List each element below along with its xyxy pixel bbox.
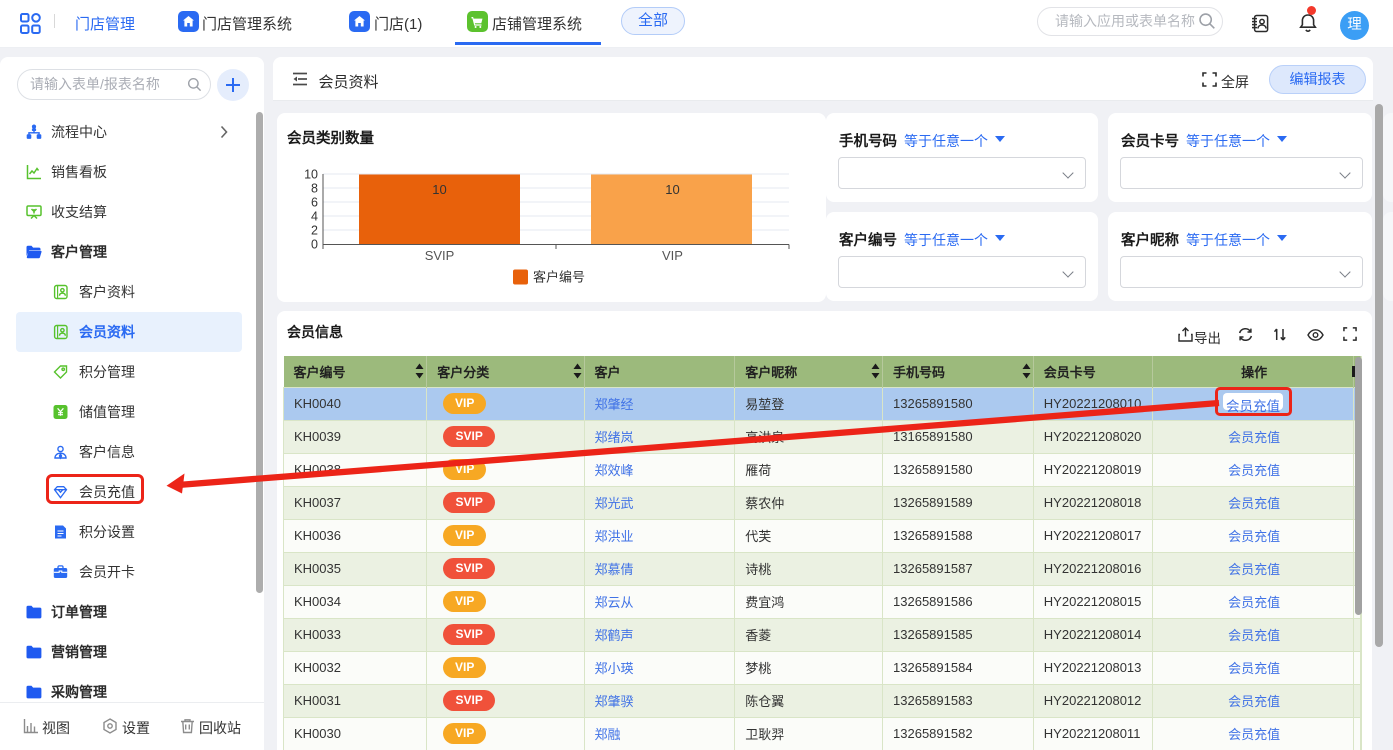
svg-text:10: 10 [432, 182, 446, 197]
svg-text:6: 6 [311, 196, 318, 210]
svg-text:SVIP: SVIP [425, 248, 455, 263]
svg-text:客户编号: 客户编号 [533, 270, 585, 285]
svg-text:10: 10 [665, 182, 679, 197]
svg-text:VIP: VIP [662, 248, 683, 263]
svg-text:0: 0 [311, 238, 318, 252]
svg-text:4: 4 [311, 210, 318, 224]
svg-text:2: 2 [311, 224, 318, 238]
svg-text:8: 8 [311, 182, 318, 196]
svg-text:10: 10 [304, 168, 318, 182]
